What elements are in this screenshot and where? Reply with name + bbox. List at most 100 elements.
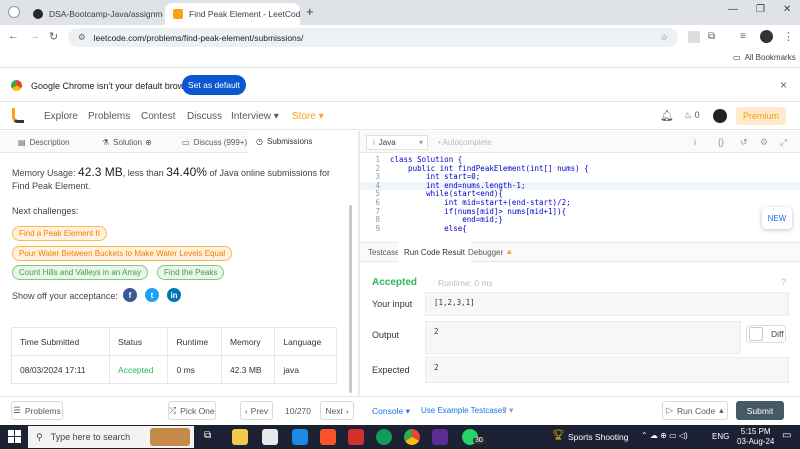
nav-discuss[interactable]: Discuss bbox=[187, 111, 222, 122]
linkedin-icon[interactable]: in bbox=[167, 288, 181, 302]
autocomplete-toggle[interactable]: • Autocomplete bbox=[438, 138, 492, 147]
premium-button[interactable]: Premium bbox=[736, 107, 786, 125]
dot-icon: • bbox=[438, 138, 441, 147]
new-badge[interactable]: NEW bbox=[762, 207, 792, 229]
column-header: Memory bbox=[220, 327, 276, 356]
use-example-testcases[interactable]: Use Example Testcases bbox=[421, 406, 506, 415]
info-icon[interactable]: i bbox=[694, 137, 696, 147]
extensions-puzzle-icon[interactable]: ⧉ bbox=[708, 31, 715, 42]
search-highlight-image bbox=[150, 428, 190, 446]
new-tab-button[interactable]: + bbox=[306, 4, 314, 19]
table-header-row: Time Submitted Status Runtime Memory Lan… bbox=[10, 327, 337, 356]
browser-tab-leetcode[interactable]: Find Peak Element - LeetCode ✕ bbox=[165, 3, 300, 25]
problems-button[interactable]: ☰ Problems bbox=[11, 401, 63, 420]
profile-avatar[interactable] bbox=[760, 30, 773, 43]
weather-widget[interactable]: Sports Shooting bbox=[568, 432, 628, 442]
share-label: Show off your acceptance: bbox=[12, 291, 118, 301]
chevron-up-icon: ▴ bbox=[719, 405, 724, 415]
table-row[interactable]: 08/03/2024 17:11 Accepted 0 ms 42.3 MB j… bbox=[10, 355, 337, 384]
user-avatar[interactable] bbox=[713, 109, 727, 123]
run-code-button[interactable]: ▷ Run Code ▴ bbox=[662, 401, 728, 420]
streak-counter[interactable]: ♨ 0 bbox=[684, 110, 700, 121]
edge-icon[interactable] bbox=[376, 429, 392, 445]
help-icon[interactable]: ? ▾ bbox=[502, 405, 513, 416]
tab-description[interactable]: ▤ Description bbox=[10, 131, 78, 153]
cell-status[interactable]: Accepted bbox=[109, 355, 169, 384]
mail-icon[interactable] bbox=[292, 429, 308, 445]
column-header: Language bbox=[274, 327, 337, 356]
braces-icon[interactable]: {} bbox=[718, 137, 724, 147]
set-as-default-button[interactable]: Set as default bbox=[182, 75, 246, 95]
submit-button[interactable]: Submit bbox=[736, 401, 784, 420]
tray-icons[interactable]: ⌃ ☁ ⊕ ▭ ◁) bbox=[641, 431, 688, 440]
language-indicator[interactable]: ENG bbox=[712, 432, 729, 441]
clock[interactable]: 5:15 PM 03-Aug-24 bbox=[737, 427, 774, 447]
chrome-menu-icon[interactable]: ⋮ bbox=[783, 30, 794, 43]
chrome-icon[interactable] bbox=[404, 429, 420, 445]
all-bookmarks[interactable]: ▭ All Bookmarks bbox=[733, 53, 796, 62]
challenge-chip[interactable]: Find a Peak Element II bbox=[12, 226, 107, 241]
tab-search-icon[interactable] bbox=[8, 6, 20, 18]
cell-memory: 42.3 MB bbox=[220, 355, 276, 384]
tab-debugger[interactable]: Debugger 🔒︎ bbox=[462, 242, 517, 262]
nav-contest[interactable]: Contest bbox=[141, 111, 175, 122]
chevron-right-icon: › bbox=[345, 405, 349, 416]
tab-solution[interactable]: ⚗ Solution ⊕ bbox=[94, 131, 160, 153]
prev-button[interactable]: ‹ Prev bbox=[240, 401, 273, 420]
task-view-icon[interactable]: ⧉ bbox=[204, 430, 211, 441]
forward-icon[interactable]: → bbox=[29, 30, 40, 42]
leetcode-logo-icon[interactable] bbox=[12, 108, 24, 123]
reload-icon[interactable]: ↻ bbox=[49, 30, 58, 43]
facebook-icon[interactable]: f bbox=[123, 288, 137, 302]
challenge-chip[interactable]: Pour Water Between Buckets to Make Water… bbox=[12, 246, 233, 261]
chevron-left-icon: ‹ bbox=[244, 405, 248, 416]
browser-tab-github[interactable]: DSA-Bootcamp-Java/assignme ✕ bbox=[25, 3, 163, 25]
store-icon[interactable] bbox=[262, 429, 278, 445]
language-select[interactable]: i Java ▾ bbox=[366, 135, 428, 150]
url-bar[interactable]: ⚙ leetcode.com/problems/find-peak-elemen… bbox=[68, 28, 678, 47]
challenge-chip[interactable]: Count Hills and Valleys in an Array bbox=[12, 265, 149, 280]
reset-icon[interactable]: ↺ bbox=[740, 137, 748, 148]
back-icon[interactable]: ← bbox=[8, 30, 19, 42]
flask-icon: ⚗ bbox=[102, 137, 110, 147]
expected-label: Expected bbox=[372, 365, 410, 375]
settings-icon[interactable]: ⚙ bbox=[760, 137, 768, 148]
nav-problems[interactable]: Problems bbox=[88, 111, 130, 122]
intellij-icon[interactable] bbox=[432, 429, 448, 445]
left-scrollbar[interactable] bbox=[349, 205, 352, 393]
app-icon[interactable] bbox=[348, 429, 364, 445]
minimize-icon[interactable]: — bbox=[728, 4, 738, 15]
window-close-icon[interactable]: ✕ bbox=[783, 4, 791, 15]
infobar-close-icon[interactable]: × bbox=[780, 78, 787, 92]
code-editor[interactable]: 1 class Solution { 2 public int findPeakE… bbox=[360, 156, 800, 242]
nav-store[interactable]: Store ▾ bbox=[292, 111, 324, 122]
console-toggle[interactable]: Console ▾ bbox=[372, 406, 410, 417]
bookmark-star-icon[interactable]: ☆ bbox=[660, 32, 668, 43]
twitter-icon[interactable]: t bbox=[145, 288, 159, 302]
pick-one-button[interactable]: ⤮ Pick One bbox=[168, 401, 216, 420]
next-button[interactable]: Next › bbox=[320, 401, 354, 420]
folder-icon: ▭ bbox=[733, 53, 741, 62]
clock-icon: ◷ bbox=[256, 136, 263, 146]
restore-icon[interactable]: ❐ bbox=[756, 4, 765, 15]
windows-start-icon[interactable] bbox=[8, 430, 21, 443]
brave-icon[interactable] bbox=[320, 429, 336, 445]
site-info-icon[interactable]: ⚙ bbox=[78, 32, 86, 43]
bell-icon[interactable]: 🔔︎ bbox=[660, 109, 674, 122]
nav-explore[interactable]: Explore bbox=[44, 111, 78, 122]
extension-icon[interactable] bbox=[688, 31, 700, 43]
reading-list-icon[interactable]: ≡ bbox=[740, 31, 746, 42]
your-input-box: [1,2,3,1] bbox=[425, 292, 789, 316]
diff-toggle[interactable] bbox=[749, 327, 763, 341]
fullscreen-icon[interactable]: ⤢ bbox=[780, 137, 787, 148]
notification-icon[interactable]: ▭ bbox=[782, 430, 791, 441]
nav-interview[interactable]: Interview ▾ bbox=[231, 111, 279, 122]
file-explorer-icon[interactable] bbox=[232, 429, 248, 445]
your-input-label: Your input bbox=[372, 299, 413, 309]
column-header: Time Submitted bbox=[10, 327, 111, 356]
tab-discuss[interactable]: ▭ Discuss (999+) bbox=[174, 131, 255, 153]
challenge-chip[interactable]: Find the Peaks bbox=[157, 265, 225, 280]
tab-run-code-result[interactable]: Run Code Result bbox=[398, 242, 471, 262]
tab-submissions[interactable]: ◷ Submissions bbox=[248, 131, 358, 153]
help-icon[interactable]: ? bbox=[781, 277, 786, 287]
